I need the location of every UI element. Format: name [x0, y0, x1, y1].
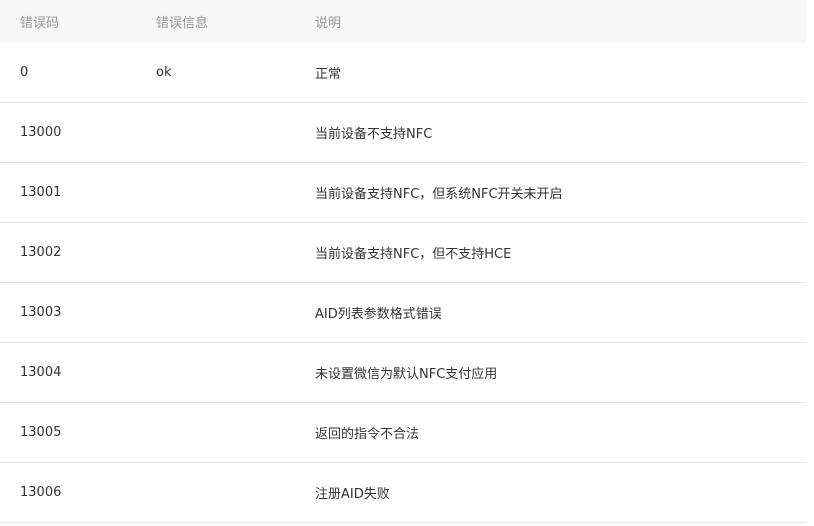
- table-row: 13002 当前设备支持NFC，但不支持HCE: [0, 222, 806, 283]
- error-message-cell: [136, 462, 295, 523]
- error-code-cell: 13002: [0, 222, 136, 283]
- table-row: 13005 返回的指令不合法: [0, 402, 806, 463]
- description-cell: 未设置微信为默认NFC支付应用: [295, 342, 806, 403]
- table-row: 13004 未设置微信为默认NFC支付应用: [0, 342, 806, 403]
- table-row: 13006 注册AID失败: [0, 462, 806, 523]
- table-row: 13000 当前设备不支持NFC: [0, 102, 806, 163]
- description-cell: AID列表参数格式错误: [295, 282, 806, 343]
- error-message-cell: [136, 282, 295, 343]
- description-cell: 正常: [295, 43, 806, 103]
- error-code-cell: 13003: [0, 282, 136, 343]
- header-error-message: 错误信息: [136, 0, 295, 43]
- error-message-cell: [136, 102, 295, 163]
- description-cell: 返回的指令不合法: [295, 402, 806, 463]
- description-cell: 当前设备不支持NFC: [295, 102, 806, 163]
- error-code-cell: 13005: [0, 402, 136, 463]
- table-header: 错误码 错误信息 说明: [0, 0, 806, 43]
- table-body: 0 ok 正常 13000 当前设备不支持NFC 13001 当前设备支持NFC…: [0, 43, 806, 523]
- error-message-cell: [136, 162, 295, 223]
- error-message-cell: [136, 342, 295, 403]
- error-message-cell: [136, 402, 295, 463]
- error-message-cell: ok: [136, 43, 295, 103]
- error-message-cell: [136, 222, 295, 283]
- description-cell: 当前设备支持NFC，但系统NFC开关未开启: [295, 162, 806, 223]
- table-row: 13001 当前设备支持NFC，但系统NFC开关未开启: [0, 162, 806, 223]
- error-code-cell: 0: [0, 43, 136, 103]
- header-description: 说明: [295, 0, 806, 43]
- table-header-row: 错误码 错误信息 说明: [0, 0, 806, 43]
- description-cell: 当前设备支持NFC，但不支持HCE: [295, 222, 806, 283]
- error-code-cell: 13000: [0, 102, 136, 163]
- table-row: 0 ok 正常: [0, 43, 806, 103]
- error-code-cell: 13006: [0, 462, 136, 523]
- error-code-cell: 13004: [0, 342, 136, 403]
- description-cell: 注册AID失败: [295, 462, 806, 523]
- header-error-code: 错误码: [0, 0, 136, 43]
- error-code-table: 错误码 错误信息 说明 0 ok 正常 13000 当前设备不支持NFC 130…: [0, 0, 806, 523]
- error-code-cell: 13001: [0, 162, 136, 223]
- table-row: 13003 AID列表参数格式错误: [0, 282, 806, 343]
